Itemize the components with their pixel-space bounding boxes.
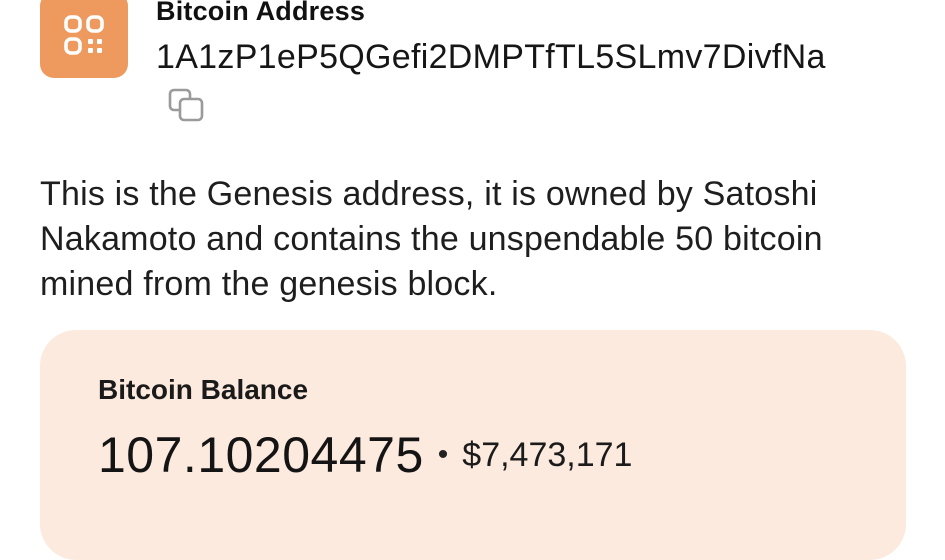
balance-usd-value: $7,473,171 <box>462 435 633 474</box>
qr-code-icon-tile[interactable] <box>40 0 128 78</box>
balance-label: Bitcoin Balance <box>98 374 309 405</box>
copy-address-button[interactable] <box>164 86 208 124</box>
copy-icon <box>168 88 204 122</box>
balance-btc-value: 107.10204475 <box>98 427 424 483</box>
balance-card: Bitcoin Balance 107.10204475 • $7,473,17… <box>40 330 906 560</box>
balance-separator: • <box>437 438 449 471</box>
address-value[interactable]: 1A1zP1eP5QGefi2DMPTfTL5SLmv7DivfNa <box>156 38 826 77</box>
qr-code-icon <box>64 15 104 55</box>
address-description: This is the Genesis address, it is owned… <box>40 175 823 303</box>
balance-row: 107.10204475 • $7,473,171 <box>98 426 632 484</box>
address-label: Bitcoin Address <box>156 0 366 26</box>
